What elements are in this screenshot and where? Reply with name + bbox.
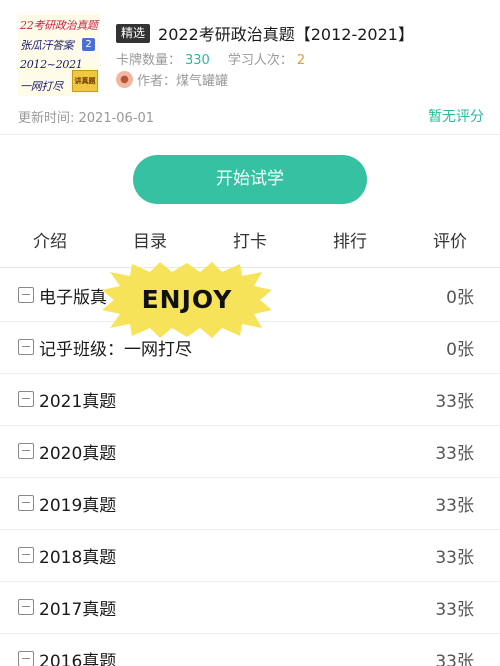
- cover-line-4: 一网打尽: [20, 80, 63, 93]
- enjoy-sticker: ENJOY: [100, 262, 274, 338]
- minus-square-icon[interactable]: [18, 391, 34, 407]
- chapter-row[interactable]: 2021真题 33张: [0, 374, 500, 426]
- chapter-name: 记乎班级：一网打尽: [39, 340, 192, 360]
- learners-label: 学习人次：: [227, 53, 293, 68]
- deck-stats: 卡牌数量： 330 学习人次： 2: [116, 49, 305, 68]
- author-name: 煤气罐罐: [176, 74, 229, 89]
- chapter-row[interactable]: 2018真题 33张: [0, 530, 500, 582]
- minus-square-icon[interactable]: [18, 287, 34, 303]
- minus-square-icon[interactable]: [18, 651, 34, 666]
- minus-square-icon[interactable]: [18, 547, 34, 563]
- card-count-label: 卡牌数量：: [116, 53, 182, 68]
- chapter-row[interactable]: 2019真题 33张: [0, 478, 500, 530]
- chapter-name: 2018真题: [39, 548, 117, 568]
- chapter-count: 0张: [446, 340, 474, 360]
- author-label: 作者：: [137, 74, 177, 89]
- chapter-count: 33张: [435, 548, 474, 568]
- deck-title-row: 精选 2022考研政治真题【2012-2021】: [116, 21, 414, 45]
- minus-square-icon[interactable]: [18, 339, 34, 355]
- chapter-name: 2016真题: [39, 652, 117, 666]
- chapter-count: 33张: [435, 652, 474, 666]
- learners-value: 2: [296, 53, 306, 68]
- chapter-name: 电子版真: [39, 288, 107, 308]
- chapter-name: 2021真题: [39, 392, 117, 412]
- chapter-name: 2020真题: [39, 444, 117, 464]
- update-time: 更新时间: 2021-06-01: [18, 111, 155, 126]
- cover-line-1: 22考研政治真题: [20, 19, 98, 32]
- cover-book-icon: 讲真题: [72, 70, 98, 92]
- author-avatar-icon: ●: [116, 71, 133, 88]
- chapter-count: 33张: [435, 444, 474, 464]
- minus-square-icon[interactable]: [18, 443, 34, 459]
- featured-badge: 精选: [116, 23, 151, 43]
- chapter-count: 0张: [446, 288, 474, 308]
- deck-title: 2022考研政治真题【2012-2021】: [158, 25, 414, 44]
- start-trial-button[interactable]: 开始试学: [133, 155, 367, 204]
- author-row[interactable]: ● 作者： 煤气罐罐: [116, 70, 228, 89]
- chapter-count: 33张: [435, 496, 474, 516]
- tab-ranking[interactable]: 排行: [300, 228, 400, 267]
- chapter-row[interactable]: 2017真题 33张: [0, 582, 500, 634]
- cover-number-badge: 2: [82, 38, 95, 51]
- sticker-text: ENJOY: [141, 285, 233, 314]
- rating-link[interactable]: 暂无评分: [428, 106, 484, 126]
- chapter-row[interactable]: 2020真题 33张: [0, 426, 500, 478]
- chapter-name: 2017真题: [39, 600, 117, 620]
- minus-square-icon[interactable]: [18, 495, 34, 511]
- chapter-name: 2019真题: [39, 496, 117, 516]
- header-divider: [0, 134, 500, 135]
- chapter-row[interactable]: 2016真题 33张: [0, 634, 500, 666]
- chapter-count: 33张: [435, 600, 474, 620]
- cover-line-2: 张瓜汗答案: [20, 39, 74, 52]
- chapter-count: 33张: [435, 392, 474, 412]
- tab-reviews[interactable]: 评价: [400, 228, 500, 267]
- card-count-value: 330: [185, 53, 210, 68]
- tab-intro[interactable]: 介绍: [0, 228, 100, 267]
- minus-square-icon[interactable]: [18, 599, 34, 615]
- deck-header: 22考研政治真题 张瓜汗答案 2 2012~2021 一网打尽 讲真题 精选 2…: [0, 0, 500, 135]
- deck-cover-image[interactable]: 22考研政治真题 张瓜汗答案 2 2012~2021 一网打尽 讲真题: [18, 14, 100, 96]
